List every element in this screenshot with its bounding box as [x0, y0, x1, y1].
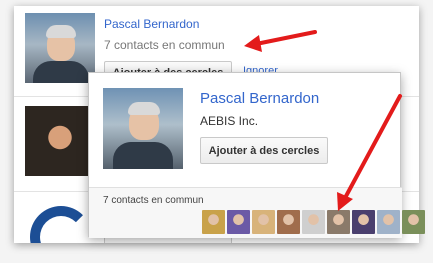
common-contact-thumbnails	[202, 210, 425, 234]
contact-photo[interactable]	[25, 106, 95, 176]
hovercard-company: AEBIS Inc.	[200, 114, 259, 128]
common-contacts-text: 7 contacts en commun	[104, 38, 225, 52]
person-body	[33, 61, 89, 83]
hovercard-name-link[interactable]: Pascal Bernardon	[200, 90, 319, 107]
common-contact-avatar[interactable]	[377, 210, 400, 234]
logo-circle-icon	[30, 206, 92, 243]
common-contact-avatar[interactable]	[352, 210, 375, 234]
common-contact-avatar[interactable]	[277, 210, 300, 234]
common-contact-avatar[interactable]	[302, 210, 325, 234]
contact-photo[interactable]	[25, 13, 95, 83]
person-hair	[46, 25, 76, 38]
person-body	[113, 142, 173, 169]
hovercard-common-contacts-text: 7 contacts en commun	[103, 195, 204, 206]
person-hair	[128, 102, 160, 115]
common-contact-avatar[interactable]	[227, 210, 250, 234]
common-contact-avatar[interactable]	[202, 210, 225, 234]
common-contact-avatar[interactable]	[402, 210, 425, 234]
hovercard-footer: 7 contacts en commun	[89, 187, 425, 238]
hovercard-photo[interactable]	[103, 88, 183, 169]
contact-name-link[interactable]: Pascal Bernardon	[104, 17, 199, 31]
profile-hovercard: Pascal Bernardon AEBIS Inc. Ajouter à de…	[88, 72, 425, 238]
hovercard-add-to-circles-button[interactable]: Ajouter à des cercles	[200, 137, 328, 164]
common-contact-avatar[interactable]	[327, 210, 350, 234]
contact-logo[interactable]	[25, 200, 95, 243]
common-contact-avatar[interactable]	[252, 210, 275, 234]
